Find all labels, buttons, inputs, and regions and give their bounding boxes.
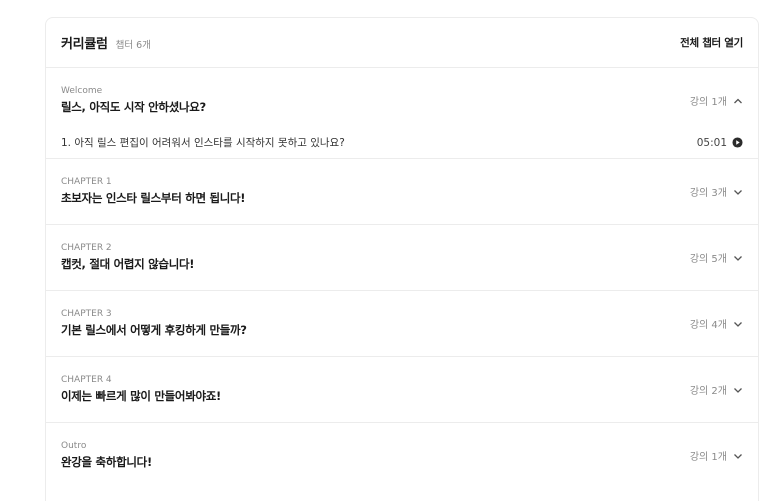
chapter-toggle[interactable]: Outro 완강을 축하합니다! 강의 1개 [61, 423, 743, 488]
lecture-count: 강의 4개 [689, 320, 727, 331]
chapter-title: 이제는 빠르게 많이 만들어봐야죠! [61, 389, 221, 403]
lecture-count: 강의 5개 [689, 254, 727, 265]
chevron-down-icon[interactable] [733, 385, 743, 395]
chevron-down-icon[interactable] [733, 451, 743, 461]
chapter-meta: 강의 4개 [690, 316, 743, 331]
curriculum-title: 커리큘럼 [61, 37, 108, 52]
chapter-1: CHAPTER 1 초보자는 인스타 릴스부터 하면 됩니다! 강의 3개 [46, 159, 758, 225]
chapter-label: CHAPTER 4 [61, 375, 112, 385]
play-circle-icon[interactable] [732, 137, 743, 148]
chapter-toggle[interactable]: CHAPTER 1 초보자는 인스타 릴스부터 하면 됩니다! 강의 3개 [61, 159, 743, 224]
chapter-meta: 강의 5개 [690, 250, 743, 265]
chapter-titles: CHAPTER 3 기본 릴스에서 어떻게 후킹하게 만들까? [61, 309, 247, 338]
lesson-duration: 05:01 [696, 136, 727, 149]
chapter-meta: 강의 1개 [690, 448, 743, 463]
curriculum-header-left: 커리큘럼 챕터 6개 [61, 33, 151, 52]
lecture-count: 강의 1개 [689, 452, 727, 463]
lecture-count: 강의 2개 [689, 386, 727, 397]
chapter-label: Outro [61, 441, 87, 451]
lecture-count: 강의 3개 [689, 188, 727, 199]
chapter-outro: Outro 완강을 축하합니다! 강의 1개 [46, 423, 758, 488]
lesson-meta: 05:01 [697, 137, 743, 149]
chapter-toggle[interactable]: CHAPTER 4 이제는 빠르게 많이 만들어봐야죠! 강의 2개 [61, 357, 743, 422]
lesson-title: 1. 아직 릴스 편집이 어려워서 인스타를 시작하지 못하고 있나요? [61, 137, 345, 149]
chapter-titles: CHAPTER 2 캡컷, 절대 어렵지 않습니다! [61, 243, 195, 272]
chevron-down-icon[interactable] [733, 253, 743, 263]
chapter-title: 캡컷, 절대 어렵지 않습니다! [61, 257, 195, 271]
chapter-titles: CHAPTER 1 초보자는 인스타 릴스부터 하면 됩니다! [61, 177, 246, 206]
open-all-chapters-button[interactable]: 전체 챕터 열기 [680, 35, 743, 50]
chapter-4: CHAPTER 4 이제는 빠르게 많이 만들어봐야죠! 강의 2개 [46, 357, 758, 423]
chapter-welcome: Welcome 릴스, 아직도 시작 안하셨나요? 강의 1개 1. 아직 릴스… [46, 68, 758, 159]
chapter-2: CHAPTER 2 캡컷, 절대 어렵지 않습니다! 강의 5개 [46, 225, 758, 291]
chapter-toggle[interactable]: CHAPTER 3 기본 릴스에서 어떻게 후킹하게 만들까? 강의 4개 [61, 291, 743, 356]
chapter-label: CHAPTER 2 [61, 243, 112, 253]
chapter-label: Welcome [61, 86, 103, 96]
curriculum-card: 커리큘럼 챕터 6개 전체 챕터 열기 Welcome 릴스, 아직도 시작 안… [45, 17, 759, 501]
curriculum-header: 커리큘럼 챕터 6개 전체 챕터 열기 [46, 18, 758, 68]
chapter-title: 릴스, 아직도 시작 안하셨나요? [61, 100, 206, 114]
lesson-item[interactable]: 1. 아직 릴스 편집이 어려워서 인스타를 시작하지 못하고 있나요? 05:… [61, 127, 743, 158]
chapter-title: 기본 릴스에서 어떻게 후킹하게 만들까? [61, 323, 247, 337]
chapter-meta: 강의 2개 [690, 382, 743, 397]
chevron-up-icon[interactable] [733, 96, 743, 106]
chevron-down-icon[interactable] [733, 319, 743, 329]
chevron-down-icon[interactable] [733, 187, 743, 197]
chapter-label: CHAPTER 3 [61, 309, 112, 319]
chapter-titles: Outro 완강을 축하합니다! [61, 441, 152, 470]
chapter-meta: 강의 1개 [690, 93, 743, 108]
chapter-titles: CHAPTER 4 이제는 빠르게 많이 만들어봐야죠! [61, 375, 221, 404]
chapter-titles: Welcome 릴스, 아직도 시작 안하셨나요? [61, 86, 206, 115]
chapter-count: 챕터 6개 [115, 40, 151, 51]
chapter-title: 완강을 축하합니다! [61, 455, 152, 469]
chapter-title: 초보자는 인스타 릴스부터 하면 됩니다! [61, 191, 246, 205]
chapter-meta: 강의 3개 [690, 184, 743, 199]
chapter-toggle[interactable]: CHAPTER 2 캡컷, 절대 어렵지 않습니다! 강의 5개 [61, 225, 743, 290]
lecture-count: 강의 1개 [689, 97, 727, 108]
chapter-3: CHAPTER 3 기본 릴스에서 어떻게 후킹하게 만들까? 강의 4개 [46, 291, 758, 357]
chapter-toggle[interactable]: Welcome 릴스, 아직도 시작 안하셨나요? 강의 1개 [61, 68, 743, 133]
chapter-label: CHAPTER 1 [61, 177, 112, 187]
